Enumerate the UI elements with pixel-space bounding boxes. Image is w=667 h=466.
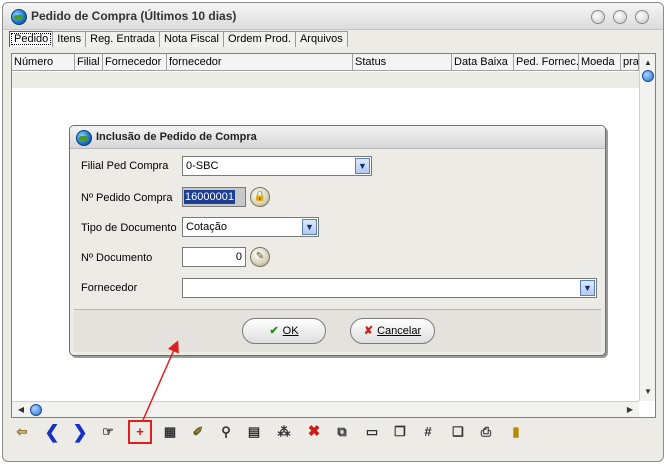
inclusao-dialog: Inclusão de Pedido de Compra Filial Ped …: [69, 125, 606, 356]
tab-strip: Pedido Itens Reg. Entrada Nota Fiscal Or…: [9, 31, 348, 47]
edit-icon[interactable]: ▦: [160, 422, 180, 442]
grid-header: Número Filial Fornecedor fornecedor Stat…: [12, 54, 639, 71]
delete-icon[interactable]: ✖: [304, 422, 324, 442]
note-icon[interactable]: ❏: [448, 422, 468, 442]
tipo-documento-select[interactable]: Cotação ▼: [182, 217, 319, 237]
column-header-filial[interactable]: Filial: [75, 54, 103, 71]
tab-itens[interactable]: Itens: [52, 31, 87, 47]
door-icon[interactable]: ▮: [506, 422, 526, 442]
dialog-title-bar: Inclusão de Pedido de Compra: [70, 126, 605, 149]
scroll-up-icon[interactable]: ▲: [640, 56, 656, 70]
globe-icon: [76, 130, 92, 146]
copy-icon[interactable]: ⧉: [332, 422, 352, 442]
filter-icon[interactable]: ▤: [244, 422, 264, 442]
documento-value: 0: [235, 251, 242, 263]
filial-label: Filial Ped Compra: [81, 160, 169, 172]
maximize-button[interactable]: [613, 10, 627, 24]
title-bar: Pedido de Compra (Últimos 10 dias): [3, 3, 663, 30]
horizontal-scroll-thumb[interactable]: [30, 404, 42, 416]
vertical-scroll-thumb[interactable]: [642, 70, 654, 82]
chevron-down-icon[interactable]: ▼: [302, 219, 317, 235]
chevron-down-icon[interactable]: ▼: [580, 280, 595, 296]
column-header-fornecedor-nome[interactable]: fornecedor: [167, 54, 353, 71]
column-header-moeda[interactable]: Moeda: [579, 54, 621, 71]
calculator-icon[interactable]: #: [418, 422, 438, 442]
table-row[interactable]: [12, 72, 639, 88]
tree-icon[interactable]: ⁂: [274, 422, 294, 442]
column-header-ped-fornec[interactable]: Ped. Fornec.: [514, 54, 579, 71]
print-icon[interactable]: ⎙: [476, 422, 496, 442]
window-title: Pedido de Compra (Últimos 10 dias): [31, 9, 237, 23]
pedido-number-value: 16000001: [184, 190, 235, 204]
vertical-scrollbar[interactable]: ▲ ▼: [639, 54, 655, 401]
column-header-status[interactable]: Status: [353, 54, 452, 71]
attach-icon[interactable]: ✐: [188, 422, 208, 442]
tipo-documento-value: Cotação: [186, 221, 227, 233]
tab-nota-fiscal[interactable]: Nota Fiscal: [158, 31, 224, 47]
fornecedor-select[interactable]: ▼: [182, 278, 597, 298]
card-icon[interactable]: ▭: [362, 422, 382, 442]
tab-ordem-prod[interactable]: Ordem Prod.: [222, 31, 296, 47]
cancel-button[interactable]: ✘ Cancelar: [350, 318, 435, 344]
documento-label: Nº Documento: [81, 252, 153, 264]
documento-field[interactable]: 0: [182, 247, 246, 267]
tab-arquivos[interactable]: Arquivos: [294, 31, 348, 47]
column-header-numero[interactable]: Número: [12, 54, 75, 71]
x-icon: ✘: [363, 325, 374, 337]
forward-arrow-icon[interactable]: ❯: [70, 422, 90, 442]
tipo-documento-label: Tipo de Documento: [81, 222, 177, 234]
back-arrow-icon[interactable]: ❮: [42, 422, 62, 442]
tab-pedido[interactable]: Pedido: [9, 31, 54, 47]
minimize-button[interactable]: [591, 10, 605, 24]
ok-button[interactable]: ✔ OK: [242, 318, 326, 344]
cancel-label: Cancelar: [377, 325, 422, 337]
documents-icon[interactable]: ❐: [390, 422, 410, 442]
filial-select[interactable]: 0-SBC ▼: [182, 156, 372, 176]
ok-label: OK: [282, 325, 299, 337]
point-icon[interactable]: ☞: [98, 422, 118, 442]
lock-icon[interactable]: 🔒: [250, 187, 270, 207]
new-record-icon[interactable]: +: [128, 420, 152, 444]
pedido-label: Nº Pedido Compra: [81, 192, 173, 204]
notepad-icon[interactable]: ✎: [250, 247, 270, 267]
column-header-fornecedor[interactable]: Fornecedor: [103, 54, 167, 71]
dialog-button-panel: ✔ OK ✘ Cancelar: [74, 309, 601, 352]
pedido-number-field: 16000001: [182, 187, 246, 207]
horizontal-scrollbar[interactable]: ◀ ▶: [12, 401, 639, 417]
column-header-pra[interactable]: pra: [621, 54, 639, 71]
search-icon[interactable]: ⚲: [216, 422, 236, 442]
checkmark-icon: ✔: [269, 325, 279, 337]
fornecedor-label: Fornecedor: [81, 282, 138, 294]
close-button[interactable]: [635, 10, 649, 24]
scroll-down-icon[interactable]: ▼: [640, 385, 656, 399]
column-header-data-baixa[interactable]: Data Baixa: [452, 54, 514, 71]
filial-value: 0-SBC: [186, 160, 219, 172]
exit-icon[interactable]: ⇦: [12, 422, 32, 442]
scroll-left-icon[interactable]: ◀: [14, 402, 28, 418]
globe-icon: [11, 9, 27, 25]
dialog-title: Inclusão de Pedido de Compra: [96, 131, 257, 143]
scroll-right-icon[interactable]: ▶: [623, 402, 637, 418]
tab-reg-entrada[interactable]: Reg. Entrada: [85, 31, 160, 47]
chevron-down-icon[interactable]: ▼: [355, 158, 370, 174]
